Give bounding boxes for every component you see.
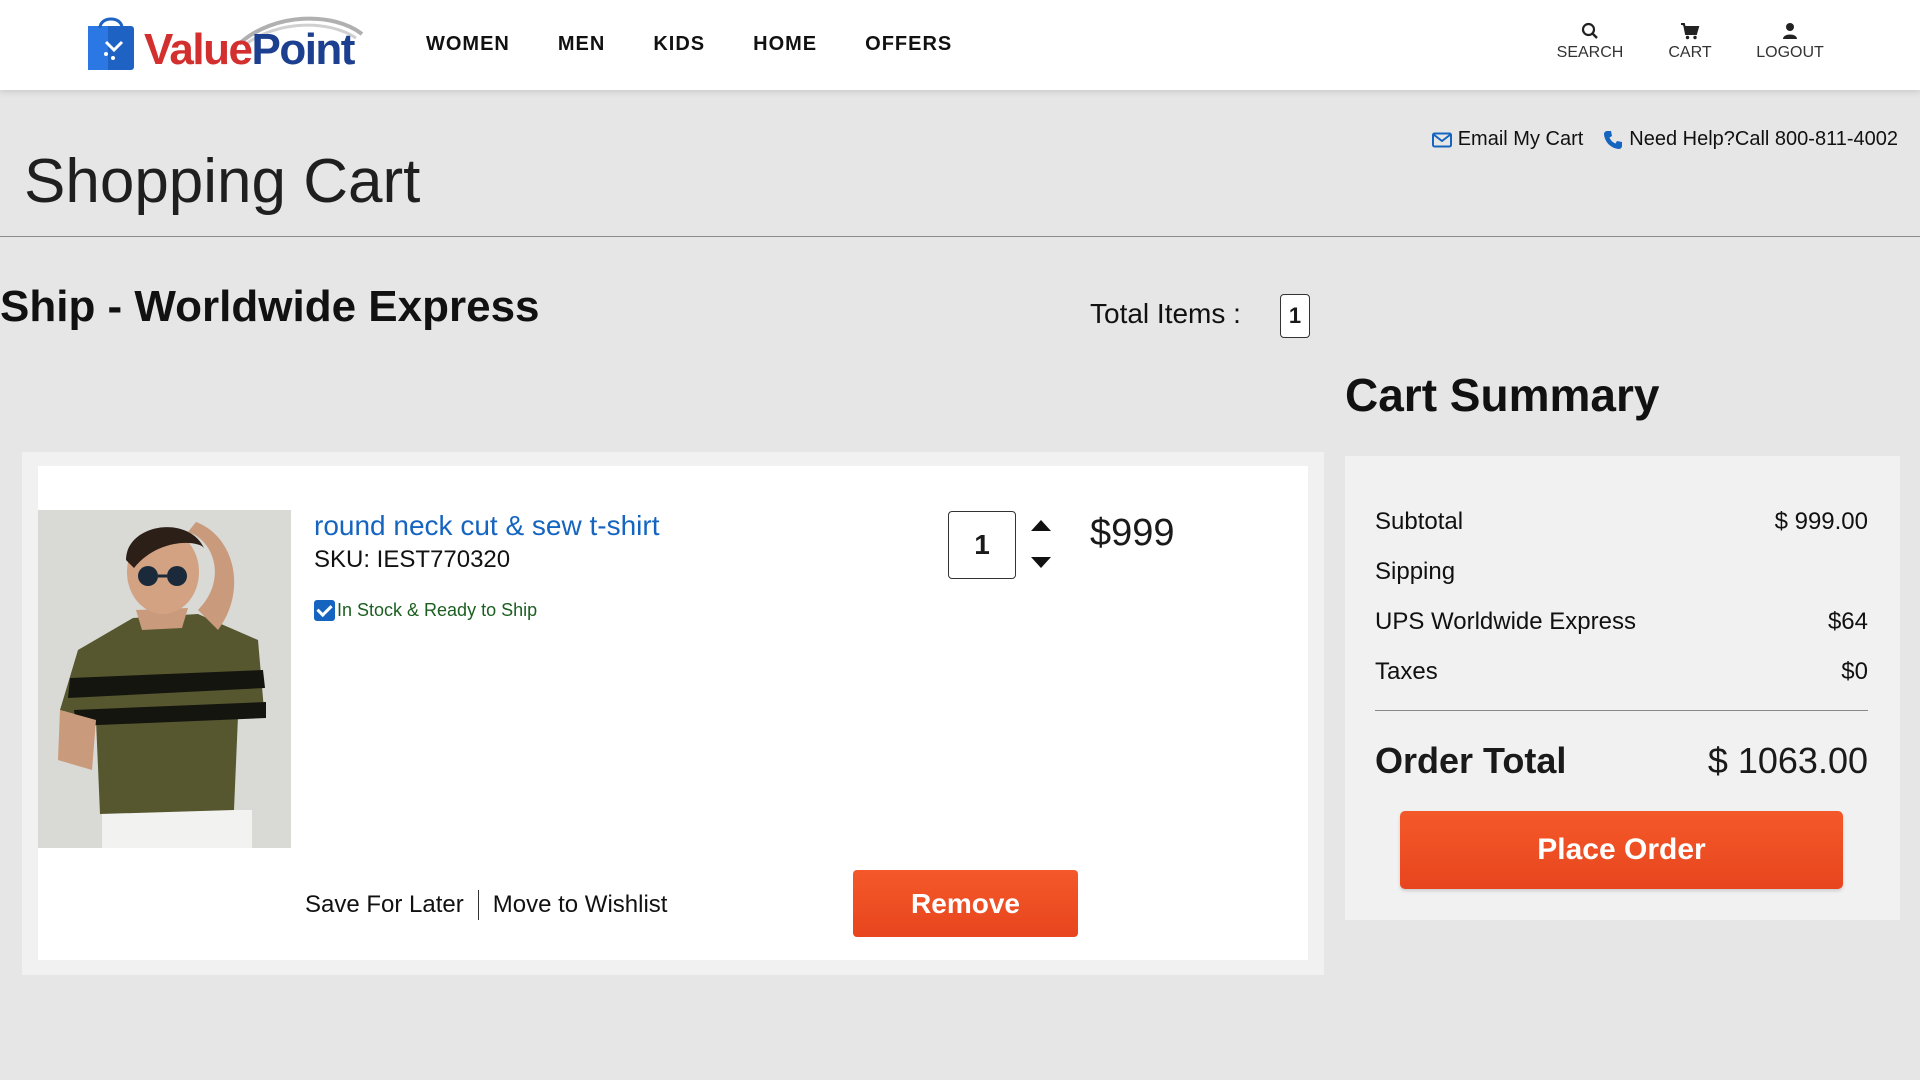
move-to-wishlist-link[interactable]: Move to Wishlist [479, 890, 682, 920]
order-total-value: $ 1063.00 [1707, 740, 1868, 781]
search-button[interactable]: SEARCH [1540, 20, 1640, 62]
brand-logo[interactable]: ValuePoint [84, 12, 369, 74]
place-order-button[interactable]: Place Order [1400, 811, 1843, 889]
product-photo-illustration [38, 510, 291, 848]
nav-item-home[interactable]: HOME [753, 32, 817, 56]
nav-item-offers[interactable]: OFFERS [865, 32, 952, 56]
summary-divider [1375, 710, 1868, 711]
summary-row-subtotal: Subtotal $ 999.00 [1375, 508, 1868, 536]
cart-icon [1681, 23, 1700, 40]
phone-icon [1604, 130, 1623, 149]
user-icon [1783, 23, 1797, 39]
product-image[interactable] [38, 510, 291, 848]
summary-row-label: UPS Worldwide Express [1375, 608, 1636, 635]
logout-label: LOGOUT [1756, 44, 1824, 61]
shopping-bag-logo-icon [88, 17, 134, 70]
save-for-later-link[interactable]: Save For Later [305, 890, 479, 920]
shipping-method-title: Ship - Worldwide Express [0, 282, 540, 331]
cart-summary-title: Cart Summary [1345, 369, 1660, 421]
summary-row-taxes: Taxes $0 [1375, 658, 1868, 686]
checkbox-checked-icon[interactable] [314, 600, 335, 621]
item-actions: Save For Later Move to Wishlist [305, 890, 681, 920]
header-divider [0, 236, 1920, 237]
nav-item-men[interactable]: MEN [558, 32, 605, 56]
product-sku: SKU: IEST770320 [314, 546, 511, 573]
order-total-label: Order Total [1375, 740, 1567, 781]
envelope-icon [1431, 132, 1452, 147]
email-my-cart-label: Email My Cart [1457, 128, 1584, 150]
help-links: Email My Cart Need Help?Call 800-811-400… [1412, 128, 1898, 151]
order-total-row: Order Total $ 1063.00 [1375, 740, 1868, 782]
nav-item-women[interactable]: WOMEN [426, 32, 510, 56]
summary-row-value: $ 999.00 [1774, 508, 1868, 535]
summary-row-value: $0 [1841, 658, 1868, 685]
item-price: $999 [1090, 512, 1175, 554]
need-help-call-link[interactable]: Need Help?Call 800-811-4002 [1603, 128, 1898, 151]
need-help-label: Need Help?Call 800-811-4002 [1629, 128, 1898, 150]
summary-row-shipping: Sipping [1375, 558, 1868, 586]
quantity-input[interactable]: 1 [948, 511, 1016, 579]
top-header: ValuePoint WOMEN MEN KIDS HOME OFFERS SE… [0, 0, 1920, 90]
stock-status-label: In Stock & Ready to Ship [337, 600, 538, 620]
stock-status: In Stock & Ready to Ship [314, 600, 537, 621]
summary-row-value: $64 [1827, 608, 1868, 635]
brand-wordmark: ValuePoint [144, 25, 355, 74]
remove-button[interactable]: Remove [853, 870, 1078, 937]
nav-item-kids[interactable]: KIDS [653, 32, 705, 56]
search-icon [1581, 22, 1598, 39]
total-items-label: Total Items : [1090, 298, 1241, 329]
summary-row-label: Sipping [1375, 558, 1456, 585]
chevron-down-icon[interactable] [1030, 556, 1052, 570]
product-name-link[interactable]: round neck cut & sew t-shirt [314, 510, 659, 542]
summary-row-label: Subtotal [1375, 508, 1464, 535]
cart-label: CART [1668, 44, 1712, 61]
header-actions: SEARCH CART LOGOUT [1540, 20, 1840, 62]
search-label: SEARCH [1556, 44, 1624, 61]
page-title: Shopping Cart [24, 147, 421, 216]
total-items-count: 1 [1280, 294, 1310, 338]
summary-row-label: Taxes [1375, 658, 1438, 685]
logout-button[interactable]: LOGOUT [1740, 20, 1840, 62]
cart-button[interactable]: CART [1640, 20, 1740, 62]
main-nav: WOMEN MEN KIDS HOME OFFERS [426, 32, 1000, 56]
chevron-up-icon[interactable] [1030, 518, 1052, 532]
email-my-cart-link[interactable]: Email My Cart [1431, 128, 1584, 151]
summary-row-ups: UPS Worldwide Express $64 [1375, 608, 1868, 636]
